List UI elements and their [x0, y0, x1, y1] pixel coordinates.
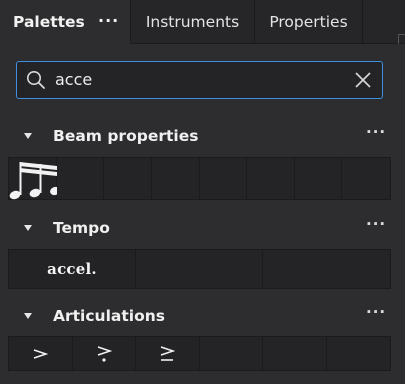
section-title: Tempo	[53, 219, 110, 237]
palette-cell-empty	[247, 158, 295, 199]
palette-cell-empty	[136, 250, 263, 288]
palette-cell-accel[interactable]: accel.	[9, 250, 136, 288]
section-title: Articulations	[53, 307, 165, 325]
palette-cell-empty	[104, 158, 152, 199]
tab-palettes[interactable]: Palettes ···	[0, 0, 131, 44]
section-title: Beam properties	[53, 127, 199, 145]
palette-cell-empty	[263, 337, 327, 370]
palette-cell-empty	[152, 158, 200, 199]
palette-cell-empty	[295, 158, 343, 199]
tempo-palette: accel.	[8, 249, 391, 289]
palette-cell-empty	[57, 158, 105, 199]
palette-cell-beam[interactable]	[9, 158, 57, 200]
tab-palettes-label: Palettes	[13, 13, 85, 31]
palette-cell-empty	[200, 158, 248, 199]
search-icon	[27, 71, 45, 89]
accent-icon	[33, 348, 49, 359]
palette-search-box[interactable]	[16, 61, 383, 99]
collapse-caret-icon[interactable]	[22, 130, 34, 142]
tab-instruments[interactable]: Instruments	[131, 0, 255, 44]
beam-properties-palette	[8, 157, 391, 200]
palette-cell-empty	[263, 250, 390, 288]
section-header-tempo[interactable]: Tempo ···	[0, 215, 405, 241]
accel-label: accel.	[47, 260, 97, 278]
section-header-articulations[interactable]: Articulations ···	[0, 303, 405, 329]
palette-cell-accent-tenuto[interactable]	[136, 337, 200, 370]
accent-staccato-icon	[97, 345, 112, 362]
palettes-panel: Palettes ··· Instruments Properties Beam…	[0, 0, 405, 384]
collapse-caret-icon[interactable]	[22, 222, 34, 234]
palette-search-input[interactable]	[55, 62, 335, 97]
palette-cell-empty	[200, 337, 263, 370]
tab-properties[interactable]: Properties	[255, 0, 363, 44]
collapse-caret-icon[interactable]	[22, 310, 34, 322]
tab-properties-label: Properties	[269, 12, 348, 31]
section-menu-button[interactable]: ···	[366, 215, 386, 233]
palette-cell-empty	[342, 158, 390, 199]
section-header-beam-properties[interactable]: Beam properties ···	[0, 123, 405, 149]
section-menu-button[interactable]: ···	[366, 303, 386, 321]
palettes-menu-button[interactable]: ···	[98, 11, 119, 30]
articulations-palette	[8, 336, 391, 371]
palette-cell-accent[interactable]	[9, 337, 73, 370]
tab-bar: Palettes ··· Instruments Properties	[0, 0, 405, 44]
clear-search-icon[interactable]	[353, 70, 373, 90]
panel-corner	[398, 34, 405, 44]
tab-instruments-label: Instruments	[145, 12, 240, 31]
section-menu-button[interactable]: ···	[366, 123, 386, 141]
palette-cell-empty	[327, 337, 391, 370]
accent-tenuto-icon	[160, 345, 176, 361]
beam-16th-notes-icon	[9, 162, 57, 200]
palette-cell-accent-staccato[interactable]	[72, 337, 136, 370]
